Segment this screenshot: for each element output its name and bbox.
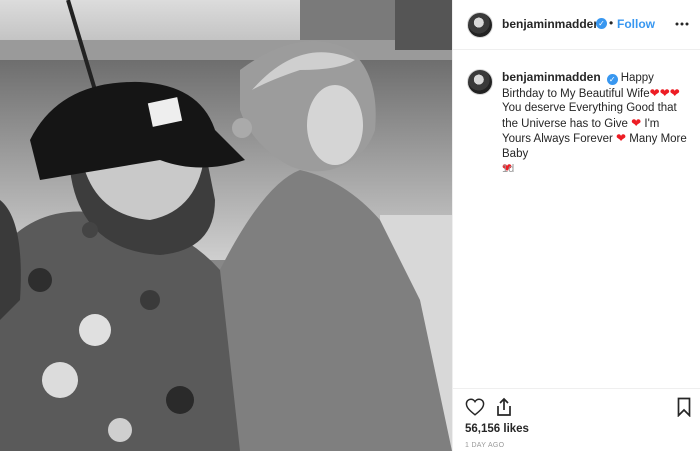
heart-emoji: ❤ (659, 85, 670, 100)
header-username[interactable]: benjaminmadden (502, 17, 601, 31)
caption-username[interactable]: benjaminmadden (502, 70, 601, 84)
ellipsis-icon[interactable] (675, 22, 689, 26)
photo-image (0, 0, 452, 451)
share-icon[interactable] (495, 397, 513, 417)
heart-emoji: ❤ (669, 85, 680, 100)
comment-age[interactable]: 1d (502, 163, 514, 175)
caption-text: benjaminmadden ✓ Happy Birthday to My Beau… (502, 70, 690, 177)
heart-emoji: ❤ (631, 115, 642, 130)
follow-button[interactable]: Follow (617, 17, 655, 31)
heart-icon[interactable] (465, 398, 485, 416)
avatar[interactable] (467, 69, 493, 95)
bookmark-icon[interactable] (677, 397, 691, 417)
action-bar: 56,156 likes 1 DAY AGO (453, 388, 700, 451)
verified-badge-icon: ✓ (606, 74, 618, 85)
heart-emoji: ❤ (649, 85, 660, 100)
likes-count[interactable]: 56,156 likes (465, 423, 529, 435)
post-side-panel: benjaminmadden ✓ • Follow benjaminmadden… (452, 0, 700, 451)
heart-emoji: ❤ (616, 131, 627, 145)
post-photo[interactable] (0, 0, 452, 451)
post-timestamp[interactable]: 1 DAY AGO (465, 442, 504, 449)
verified-badge-icon: ✓ (596, 18, 607, 29)
avatar[interactable] (467, 12, 493, 38)
separator-dot: • (609, 16, 614, 30)
post-header: benjaminmadden ✓ • Follow (453, 0, 700, 50)
